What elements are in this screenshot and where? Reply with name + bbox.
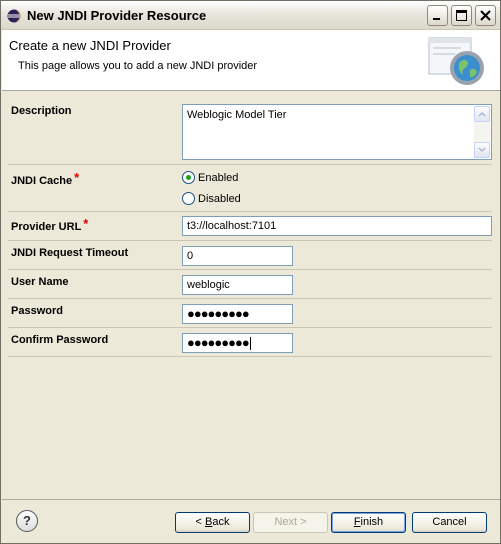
- jndi-cache-row: JNDI Cache * Enabled Disabled: [8, 165, 492, 212]
- dialog-window: New JNDI Provider Resource Create a new …: [0, 0, 501, 544]
- radio-enabled[interactable]: Enabled: [182, 171, 238, 184]
- scroll-up-button[interactable]: [474, 106, 490, 122]
- radio-disabled[interactable]: Disabled: [182, 192, 241, 205]
- description-row: Description Weblogic Model Tier: [8, 94, 492, 165]
- minimize-icon: [433, 18, 440, 20]
- description-textarea[interactable]: Weblogic Model Tier: [182, 104, 492, 160]
- confirm-password-label: Confirm Password: [11, 334, 109, 346]
- page-description: This page allows you to add a new JNDI p…: [18, 60, 258, 72]
- confirm-password-input[interactable]: ●●●●●●●●●: [182, 333, 293, 353]
- help-button[interactable]: ?: [16, 510, 38, 532]
- user-name-label: User Name: [11, 276, 69, 288]
- provider-url-value: t3://localhost:7101: [187, 220, 277, 232]
- description-label: Description: [11, 105, 72, 117]
- password-input[interactable]: ●●●●●●●●●: [182, 304, 293, 324]
- title-bar[interactable]: New JNDI Provider Resource: [1, 1, 500, 30]
- eclipse-icon: [7, 9, 21, 23]
- radio-disabled-label: Disabled: [198, 192, 241, 205]
- close-button[interactable]: [475, 5, 496, 26]
- chevron-up-icon: [478, 111, 486, 117]
- description-value: Weblogic Model Tier: [187, 109, 287, 121]
- wizard-header: Create a new JNDI Provider This page all…: [2, 30, 500, 91]
- radio-disabled-indicator[interactable]: [182, 192, 195, 205]
- chevron-down-icon: [478, 147, 486, 153]
- next-button[interactable]: Next >: [253, 512, 328, 533]
- cancel-button[interactable]: Cancel: [412, 512, 487, 533]
- provider-url-input[interactable]: t3://localhost:7101: [182, 216, 492, 236]
- provider-form: Description Weblogic Model Tier JNDI Cac…: [2, 94, 500, 499]
- required-marker: *: [83, 216, 89, 231]
- request-timeout-value: 0: [187, 250, 194, 262]
- radio-enabled-indicator[interactable]: [182, 171, 195, 184]
- maximize-button[interactable]: [451, 5, 472, 26]
- confirm-password-masked: ●●●●●●●●●: [187, 335, 251, 351]
- finish-button[interactable]: Finish: [331, 512, 406, 533]
- user-name-input[interactable]: weblogic: [182, 275, 293, 295]
- provider-url-row: Provider URL * t3://localhost:7101: [8, 212, 492, 241]
- maximize-icon: [456, 10, 467, 21]
- close-icon: [480, 10, 491, 21]
- window-title: New JNDI Provider Resource: [27, 8, 207, 23]
- request-timeout-label: JNDI Request Timeout: [11, 247, 129, 259]
- user-name-value: weblogic: [187, 279, 230, 291]
- description-scrollbar[interactable]: [474, 106, 490, 158]
- jndi-globe-icon: [428, 37, 484, 85]
- minimize-button[interactable]: [427, 5, 448, 26]
- request-timeout-row: JNDI Request Timeout 0: [8, 241, 492, 270]
- page-title: Create a new JNDI Provider: [9, 38, 171, 53]
- user-name-row: User Name weblogic: [8, 270, 492, 299]
- provider-url-label: Provider URL *: [11, 216, 89, 233]
- required-marker: *: [74, 170, 80, 185]
- radio-enabled-label: Enabled: [198, 171, 239, 184]
- jndi-cache-label: JNDI Cache *: [11, 170, 80, 187]
- text-caret: [249, 337, 251, 351]
- password-label: Password: [11, 305, 63, 317]
- footer-separator: [2, 499, 500, 500]
- request-timeout-input[interactable]: 0: [182, 246, 293, 266]
- password-row: Password ●●●●●●●●●: [8, 299, 492, 328]
- scroll-down-button[interactable]: [474, 142, 490, 158]
- back-button[interactable]: < Back: [175, 512, 250, 533]
- password-masked: ●●●●●●●●●: [187, 306, 250, 321]
- confirm-password-row: Confirm Password ●●●●●●●●●: [8, 328, 492, 357]
